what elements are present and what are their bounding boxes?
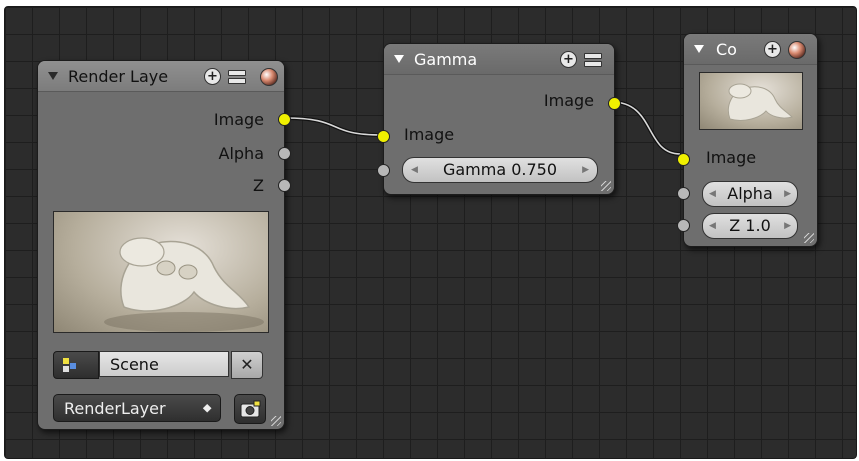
- scene-selector[interactable]: Scene ✕: [53, 351, 267, 379]
- toggle-icon[interactable]: [228, 68, 246, 84]
- link-gamma-to-composite-hl: [611, 101, 681, 155]
- triangle-down-icon[interactable]: [394, 55, 404, 63]
- gamma-output-row: Image: [544, 91, 594, 110]
- output-alpha-label: Alpha: [218, 144, 265, 163]
- updown-arrows-icon: ⯁: [202, 402, 212, 416]
- triangle-down-icon[interactable]: [694, 45, 704, 53]
- scene-name-field[interactable]: Scene: [99, 351, 229, 377]
- composite-header[interactable]: Co +: [684, 34, 817, 65]
- output-alpha-row: Alpha: [219, 144, 265, 163]
- output-alpha-socket[interactable]: [278, 147, 291, 160]
- composite-alpha-field[interactable]: ◀ Alpha ▶: [702, 181, 798, 207]
- render-layers-node[interactable]: Render Laye + Image Alpha Z Scene ✕ Rend…: [37, 60, 291, 430]
- composite-title: Co: [716, 40, 737, 59]
- plus-icon[interactable]: +: [204, 68, 221, 85]
- gamma-node[interactable]: Gamma + Image Image ◀ Gamma 0.750 ▶: [377, 43, 621, 195]
- decrement-arrow-icon[interactable]: ◀: [709, 214, 716, 238]
- render-preview-image: [53, 211, 269, 333]
- plus-icon[interactable]: +: [560, 51, 577, 68]
- render-layer-select[interactable]: RenderLayer ⯁: [53, 394, 221, 422]
- gamma-value-text: Gamma 0.750: [442, 160, 558, 179]
- composite-input-row: Image: [706, 148, 756, 167]
- resize-grip[interactable]: [804, 233, 814, 243]
- gamma-value-field[interactable]: ◀ Gamma 0.750 ▶: [402, 157, 598, 183]
- resize-grip[interactable]: [271, 416, 281, 426]
- link-render-to-gamma-hl: [284, 117, 383, 136]
- composite-z-field[interactable]: ◀ Z 1.0 ▶: [702, 213, 798, 239]
- scene-icon[interactable]: [53, 351, 99, 379]
- increment-arrow-icon[interactable]: ▶: [784, 214, 791, 238]
- output-z-row: Z: [253, 176, 264, 195]
- render-layer-value: RenderLayer: [64, 399, 166, 418]
- composite-node[interactable]: Co + Image ◀ Alpha ▶ ◀ Z 1.0 ▶: [677, 33, 818, 247]
- toggle-icon[interactable]: [584, 51, 602, 67]
- increment-arrow-icon[interactable]: ▶: [784, 182, 791, 206]
- render-layers-header[interactable]: Render Laye +: [38, 61, 284, 92]
- gamma-value-socket[interactable]: [377, 164, 390, 177]
- gamma-input-socket[interactable]: [377, 130, 390, 143]
- scene-clear-button[interactable]: ✕: [231, 351, 263, 379]
- render-layers-title: Render Laye: [68, 67, 169, 86]
- link-gamma-to-composite[interactable]: [611, 100, 681, 156]
- camera-icon: [240, 400, 261, 418]
- increment-arrow-icon[interactable]: ▶: [582, 158, 589, 182]
- composite-image-socket[interactable]: [677, 153, 690, 166]
- node-editor[interactable]: Render Laye + Image Alpha Z Scene ✕ Rend…: [4, 6, 857, 459]
- gamma-input-label: Image: [404, 125, 455, 144]
- composite-input-label: Image: [706, 148, 757, 167]
- output-image-label: Image: [213, 110, 264, 129]
- output-image-socket[interactable]: [278, 113, 291, 126]
- gamma-input-row: Image: [404, 125, 454, 144]
- composite-alpha-text: Alpha: [727, 184, 773, 203]
- material-sphere-icon[interactable]: [260, 68, 278, 86]
- gamma-output-label: Image: [543, 91, 594, 110]
- resize-grip[interactable]: [601, 181, 611, 191]
- output-z-socket[interactable]: [278, 179, 291, 192]
- decrement-arrow-icon[interactable]: ◀: [709, 182, 716, 206]
- decrement-arrow-icon[interactable]: ◀: [411, 158, 418, 182]
- output-z-label: Z: [253, 176, 264, 195]
- composite-preview-image: [699, 72, 803, 130]
- composite-z-text: Z 1.0: [729, 216, 771, 235]
- material-sphere-icon[interactable]: [788, 41, 806, 59]
- camera-button[interactable]: [234, 394, 266, 424]
- plus-icon[interactable]: +: [764, 41, 781, 58]
- triangle-down-icon[interactable]: [48, 72, 58, 80]
- gamma-title: Gamma: [414, 50, 478, 69]
- composite-z-socket[interactable]: [677, 219, 690, 232]
- gamma-output-socket[interactable]: [608, 97, 621, 110]
- composite-alpha-socket[interactable]: [677, 187, 690, 200]
- output-image-row: Image: [214, 110, 264, 129]
- gamma-header[interactable]: Gamma +: [384, 44, 614, 75]
